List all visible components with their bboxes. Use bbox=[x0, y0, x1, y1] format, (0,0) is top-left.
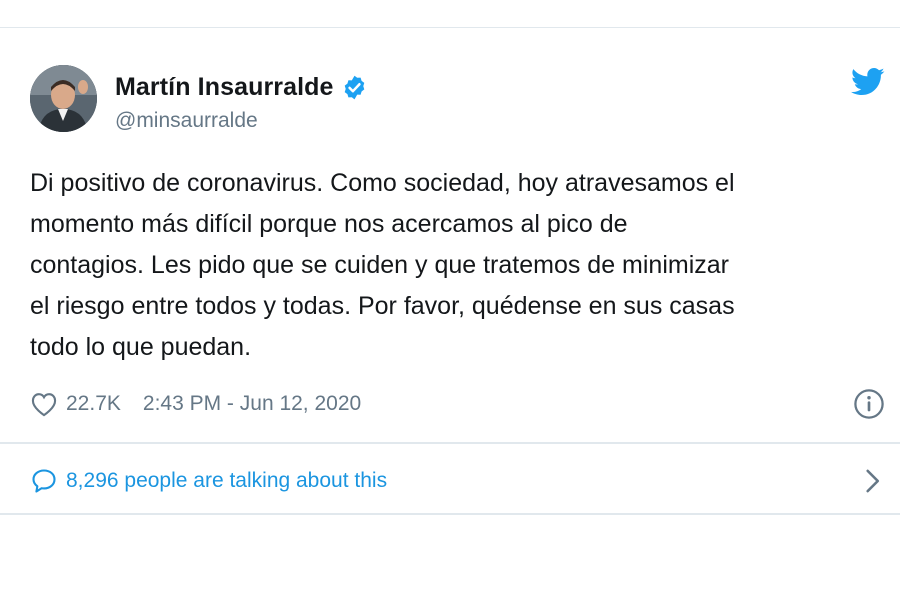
author-block: Martín Insaurralde @minsaurralde bbox=[115, 71, 368, 133]
avatar[interactable] bbox=[30, 65, 97, 132]
divider bbox=[0, 442, 900, 444]
tweet-text: Di positivo de coronavirus. Como socieda… bbox=[30, 169, 735, 361]
verified-badge-icon bbox=[341, 74, 368, 101]
tweet-header: Martín Insaurralde @minsaurralde bbox=[30, 65, 885, 135]
info-icon[interactable] bbox=[853, 388, 885, 420]
heart-icon[interactable] bbox=[30, 391, 58, 417]
tweet-card: Martín Insaurralde @minsaurralde Di posi… bbox=[0, 27, 900, 515]
page: Martín Insaurralde @minsaurralde Di posi… bbox=[0, 0, 900, 600]
like-count[interactable]: 22.7K bbox=[66, 392, 121, 416]
tweet-meta-row: 22.7K 2:43 PM - Jun 12, 2020 bbox=[30, 387, 885, 421]
avatar-photo-icon bbox=[30, 65, 97, 132]
twitter-bird-icon[interactable] bbox=[851, 67, 885, 97]
speech-bubble-icon bbox=[30, 467, 58, 495]
conversation-label[interactable]: 8,296 people are talking about this bbox=[66, 469, 387, 493]
display-name[interactable]: Martín Insaurralde bbox=[115, 73, 334, 102]
user-handle[interactable]: @minsaurralde bbox=[115, 109, 368, 133]
display-name-row: Martín Insaurralde bbox=[115, 71, 368, 103]
tweet-timestamp[interactable]: 2:43 PM - Jun 12, 2020 bbox=[143, 392, 361, 416]
chevron-right-icon[interactable] bbox=[863, 468, 881, 494]
conversation-link[interactable]: 8,296 people are talking about this bbox=[30, 464, 885, 498]
